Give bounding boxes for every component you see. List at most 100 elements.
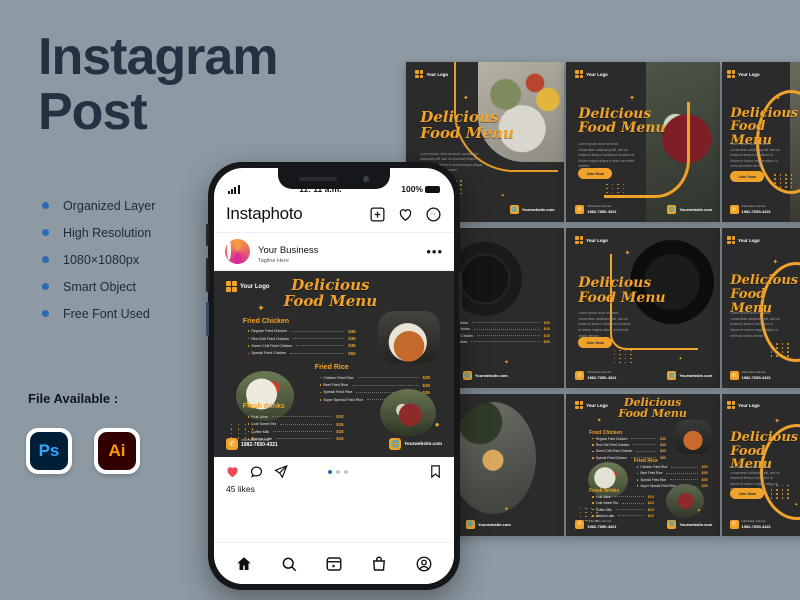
website-label: Yourwebsite.com <box>679 207 713 212</box>
post-action-bar <box>214 457 454 481</box>
menu-item-name: Super Special Fried Rice <box>640 484 676 489</box>
template-card[interactable]: Your Logo Delicious Food Menu ✦ Fried Ch… <box>566 394 720 536</box>
bullet-icon <box>592 437 594 440</box>
leader-line <box>636 450 657 452</box>
menu-item-price: $35 <box>348 343 356 349</box>
menu-item-price: $15 <box>647 501 654 506</box>
messenger-icon[interactable] <box>425 206 442 223</box>
list-item: Chicken Fried Rice $25 <box>319 375 430 380</box>
brand-logo: Your Logo <box>727 236 760 244</box>
sparkle-icon: ✦ <box>772 259 779 267</box>
plus-box-icon[interactable] <box>369 206 386 223</box>
menu-heading: Fried Rice <box>314 364 349 371</box>
post-image[interactable]: Your Logo Delicious Food Menu ✦ Fried Ch… <box>214 271 454 457</box>
list-item: Special Fried Rice $35 <box>636 477 708 482</box>
menu-item-name: Special Fried Chicken <box>595 455 627 460</box>
phone-number: 1982-7650-4321 <box>587 208 617 214</box>
leader-line <box>290 330 345 332</box>
leader-line <box>670 479 698 481</box>
brand-logo: Your Logo <box>575 236 608 244</box>
brand-logo-text: Your Logo <box>738 71 760 77</box>
join-now-button[interactable]: Join Now <box>578 336 613 348</box>
reels-icon[interactable] <box>325 555 343 573</box>
heart-icon[interactable] <box>397 206 414 223</box>
feature-label: Organized Layer <box>63 198 156 213</box>
website-footer: 🌐 Yourwebsite.com <box>667 371 712 380</box>
leader-line <box>633 444 657 446</box>
brand-logo-text: Your Logo <box>586 237 608 243</box>
template-photo <box>674 420 712 454</box>
globe-icon: 🌐 <box>462 371 472 380</box>
carousel-dots <box>328 469 348 474</box>
template-card[interactable]: Your Logo ✦ Delicious Food Menu Lorem ip… <box>566 62 720 222</box>
list-item: Coffee Milk $15 <box>247 429 344 434</box>
template-title: Delicious Food Menu <box>578 107 665 136</box>
phone-number: 1982-7650-4321 <box>241 442 278 449</box>
photoshop-icon: Ps <box>26 428 72 474</box>
menu-item-price: $35 <box>701 477 708 482</box>
join-now-button[interactable]: Join Now <box>730 170 765 182</box>
menu-item-price: $15 <box>336 429 344 434</box>
phone-footer: ✆ Information call now 1982-7650-4321 <box>729 205 771 214</box>
sparkle-icon: ✦ <box>500 193 505 200</box>
menu-item-price: $55 <box>348 350 356 356</box>
bullet-icon <box>592 450 594 453</box>
profile-name: Your Business <box>258 244 319 256</box>
sparkle-icon: ✦ <box>629 95 635 102</box>
website-footer: 🌐 Yourwebsite.com <box>667 519 713 529</box>
menu-item-price: $10 <box>647 494 654 499</box>
template-card[interactable]: Your Logo ✦ Delicious Food Menu Lorem ip… <box>722 62 800 222</box>
menu-item-price: $45 <box>701 484 708 489</box>
share-icon[interactable] <box>273 464 288 479</box>
phone-volume-up-button[interactable] <box>206 258 209 292</box>
battery-percent: 100% <box>401 184 423 194</box>
post-photo <box>378 311 440 363</box>
home-icon[interactable] <box>235 555 253 573</box>
phone-icon: ✆ <box>575 205 585 214</box>
bullet-icon <box>42 229 49 236</box>
comment-icon[interactable] <box>249 464 264 479</box>
globe-icon: 🌐 <box>389 437 402 450</box>
logo-mark-icon <box>727 401 736 410</box>
leader-line <box>275 438 333 440</box>
bullet-icon <box>319 391 322 394</box>
list-item: Green Chili Fried Chicken $35 <box>592 449 666 453</box>
profile-icon[interactable] <box>415 555 433 573</box>
sparkle-icon: ✦ <box>624 249 631 257</box>
sparkle-icon: ✦ <box>678 356 683 362</box>
phone-footer: ✆ Information call now 1982-7650-4321 <box>729 371 771 380</box>
menu-item-name: Special Fried Chicken <box>251 351 287 356</box>
bullet-icon <box>42 256 49 263</box>
menu-item-name: Fruit Juice <box>595 494 611 499</box>
template-title-line1: Delicious <box>730 273 799 289</box>
heart-filled-icon[interactable] <box>225 464 240 479</box>
website-footer: 🌐 Yourwebsite.com <box>462 371 508 380</box>
template-card[interactable]: Your Logo ✦ Delicious Food Menu Lorem ip… <box>566 228 720 388</box>
profile-row[interactable]: Your Business Tagline Here ••• <box>214 233 454 271</box>
shop-icon[interactable] <box>370 555 388 573</box>
template-title-line1: Delicious <box>730 105 799 121</box>
leader-line <box>631 438 657 440</box>
post-title-line1: Delicious <box>291 275 370 294</box>
search-icon[interactable] <box>280 555 298 573</box>
website-label: Yourwebsite.com <box>679 521 713 527</box>
join-now-button[interactable]: Join Now <box>730 487 765 499</box>
list-item: Matcha Latte $15 <box>592 514 654 518</box>
phone-volume-down-button[interactable] <box>206 302 209 336</box>
template-title-line1: Delicious <box>578 105 652 122</box>
template-card[interactable]: Your Logo ✦ Delicious Food Menu Lorem ip… <box>722 228 800 388</box>
join-now-button[interactable]: Join Now <box>578 167 613 179</box>
logo-mark-icon <box>727 70 736 78</box>
bookmark-icon[interactable] <box>428 464 443 479</box>
leader-line <box>273 431 333 432</box>
menu-section-chicken: Regular Fried Chicken $35 Red Chili Fried… <box>247 329 356 359</box>
sparkle-icon: ● <box>434 419 440 429</box>
phone-power-button[interactable] <box>459 272 462 322</box>
bullet-icon <box>592 496 594 498</box>
phone-mute-switch[interactable] <box>206 224 209 246</box>
template-title-line2: Food Menu <box>618 407 687 421</box>
avatar[interactable] <box>225 239 250 264</box>
leader-line <box>476 335 540 337</box>
template-card[interactable]: Your Logo ✦ Delicious Food Menu Lorem ip… <box>722 394 800 536</box>
menu-item-price: $15 <box>647 507 654 512</box>
